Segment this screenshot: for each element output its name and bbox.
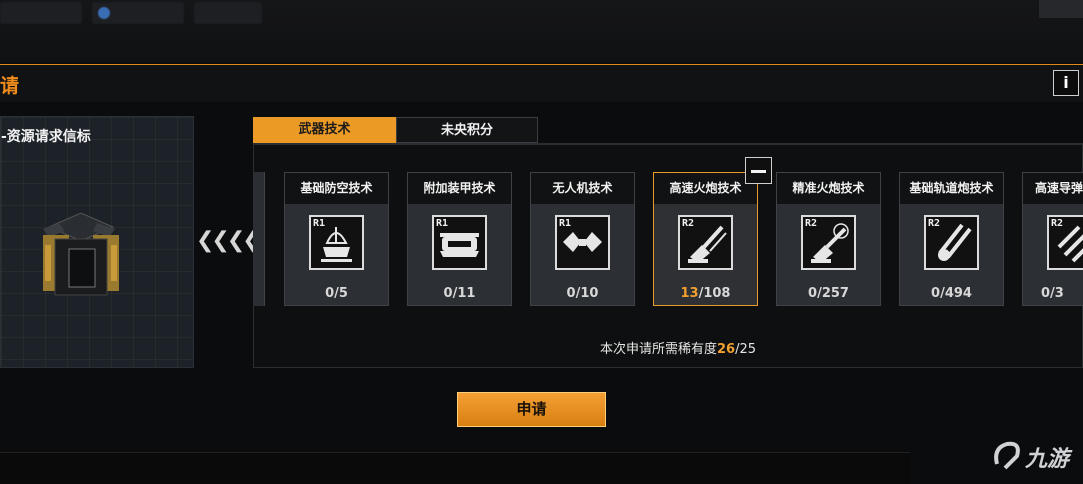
tech-card[interactable]: 高速导弹 R2 0/3 [1022,172,1083,306]
card-partial[interactable] [253,172,265,306]
precision-cannon-icon: R2 [801,215,856,270]
card-title: 基础轨道炮技术 [900,173,1003,204]
rarity-requirement: 本次申请所需稀有度26/25 [600,342,757,357]
railgun-icon: R2 [924,215,979,270]
card-count: 0/11 [443,286,476,301]
card-count: 13/108 [680,286,731,301]
item-name: -资源请求信标 [1,129,91,145]
bottom-strip [0,452,910,484]
tech-card[interactable]: 基础轨道炮技术 R2 0/494 [899,172,1004,306]
card-title: 无人机技术 [531,173,634,204]
tech-card[interactable]: 基础防空技术 R1 0/5 [284,172,389,306]
dialog-header: 请 i [0,64,1083,102]
page-title: 请 [0,75,20,97]
item-preview-panel: -资源请求信标 [0,116,194,368]
rank-label: R1 [436,218,449,229]
armor-plate-icon: R1 [432,215,487,270]
rank-label: R2 [928,218,941,229]
card-title: 高速火炮技术 [654,173,757,204]
card-title: 精准火炮技术 [777,173,880,204]
scroll-left-chevrons-icon[interactable]: ❮❮❮❮ [196,228,261,253]
watermark-logo-icon: 九游 [991,438,1077,480]
info-button[interactable]: i [1053,70,1079,96]
card-title: 高速导弹 [1023,173,1083,204]
card-title: 基础防空技术 [285,173,388,204]
rank-label: R1 [559,218,572,229]
tab-weapon-tech[interactable]: 武器技术 [253,117,396,143]
svg-text:九游: 九游 [1024,447,1073,472]
rapid-cannon-icon: R2 [678,215,733,270]
radar-dish-icon: R1 [309,215,364,270]
tab-weiyang-points[interactable]: 未央积分 [396,117,538,143]
tech-card[interactable]: 无人机技术 R1 0/10 [530,172,635,306]
top-status-bar [0,0,1083,62]
card-count: 0/257 [808,286,849,301]
resource-chip-2 [92,2,184,24]
beacon-crate-icon [43,212,119,296]
card-count: 0/10 [566,286,599,301]
card-count: 0/5 [325,286,348,301]
tech-card[interactable]: 精准火炮技术 R2 0/257 [776,172,881,306]
resource-chip-3 [194,2,262,24]
rank-label: R1 [313,218,326,229]
tech-card-selected[interactable]: 高速火炮技术 R2 13/108 [653,172,758,306]
top-right-control[interactable] [1039,0,1083,18]
tab-bar: 武器技术 未央积分 [253,117,1083,144]
missile-icon: R2 [1047,215,1083,270]
card-count: 0/3 [1041,286,1064,301]
apply-button[interactable]: 申请 [457,392,606,427]
card-title: 附加装甲技术 [408,173,511,204]
drone-icon: R1 [555,215,610,270]
tech-card[interactable]: 附加装甲技术 R1 0/11 [407,172,512,306]
rank-label: R2 [1051,218,1064,229]
rank-label: R2 [805,218,818,229]
rank-label: R2 [682,218,695,229]
decrease-button[interactable] [745,157,772,184]
currency-icon [98,7,110,19]
card-count: 0/494 [931,286,972,301]
resource-chip-1 [0,2,82,24]
